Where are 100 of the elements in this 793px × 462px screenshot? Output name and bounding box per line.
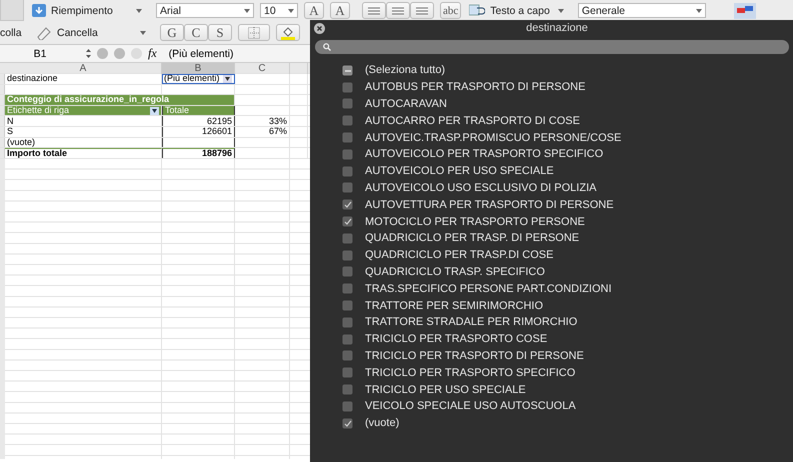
filter-option[interactable]: VEICOLO SPECIALE USO AUTOSCUOLA [365,400,576,412]
paste-icon[interactable] [0,0,24,21]
filter-option[interactable]: MOTOCICLO PER TRASPORTO PERSONE [365,216,585,228]
table-cell[interactable]: Importo totale [5,148,162,158]
column-header[interactable]: B [162,63,235,74]
checkbox[interactable] [342,132,353,144]
filter-option[interactable]: AUTOVETTURA PER TRASPORTO DI PERSONE [365,198,614,211]
filter-option[interactable]: (vuote) [365,417,400,430]
table-cell[interactable]: 67% [235,126,290,137]
filter-option[interactable]: AUTOVEIC.TRASP.PROMISCUO PERSONE/COSE [365,132,622,144]
stepper-icon[interactable] [86,49,91,58]
format-button[interactable]: C [184,24,208,41]
table-cell[interactable]: 62195 [162,116,235,126]
filter-option[interactable]: TRICICLO PER TRASPORTO DI PERSONE [365,350,584,362]
align-button[interactable] [362,2,386,19]
checkbox[interactable] [342,182,353,194]
row-header[interactable] [0,126,5,137]
number-format-field[interactable]: Generale [578,3,706,18]
row-header[interactable] [0,148,5,158]
checkbox[interactable] [342,148,353,160]
cell-text: Conteggio di assicurazione_in_regola [7,95,170,104]
table-cell[interactable]: N [5,116,162,126]
checkbox[interactable] [342,300,353,312]
fill-color-button[interactable] [276,24,300,41]
checkbox[interactable] [342,400,353,412]
checkbox[interactable] [342,250,353,261]
fill-button[interactable]: Riempimento [30,4,130,17]
cell-text: 62195 [206,116,232,126]
filter-option[interactable]: TRICICLO PER TRASPORTO SPECIFICO [365,366,576,379]
checkbox[interactable] [342,64,353,76]
table-cell[interactable]: (Più elementi) [162,74,235,84]
shrink-font-button[interactable]: A [330,2,350,19]
confirm-icon[interactable] [114,48,125,59]
checkbox[interactable] [342,418,353,429]
search-field[interactable] [315,40,789,54]
cancel-icon[interactable] [97,48,108,59]
checkbox[interactable] [342,98,353,110]
grow-font-button[interactable]: A [304,2,324,19]
filter-option[interactable]: AUTOVEICOLO USO ESCLUSIVO DI POLIZIA [365,182,596,194]
conditional-format-icon[interactable] [734,2,756,18]
filter-option[interactable]: TRAS.SPECIFICO PERSONE PART.CONDIZIONI [365,282,612,295]
font-size-field[interactable]: 10 [260,3,298,18]
clear-button[interactable]: Cancella [34,26,134,40]
checkbox[interactable] [342,384,353,396]
filter-option[interactable]: TRICICLO PER USO SPECIALE [365,384,526,396]
filter-option[interactable]: AUTOVEICOLO PER TRASPORTO SPECIFICO [365,148,604,160]
cell-text: 67% [268,127,287,136]
filter-option[interactable]: QUADRICICLO PER TRASP.DI COSE [365,249,554,262]
align-button[interactable] [410,2,434,19]
row-header[interactable] [0,138,5,148]
paste-label[interactable]: colla [0,26,22,38]
table-cell[interactable]: S [5,126,162,137]
filter-dropdown-icon[interactable] [223,74,232,83]
checkbox[interactable] [342,82,353,93]
format-button[interactable]: S [208,24,232,41]
align-button[interactable] [386,2,410,19]
align-icon [392,6,404,14]
filter-option[interactable]: TRATTORE STRADALE PER RIMORCHIO [365,316,578,328]
checkbox[interactable] [342,367,353,378]
checkbox[interactable] [342,350,353,362]
table-cell[interactable]: 126601 [162,126,235,137]
filter-option[interactable]: (Seleziona tutto) [365,64,446,76]
function-label[interactable]: fx [148,46,157,61]
filter-option[interactable]: TRATTORE PER SEMIRIMORCHIO [365,300,544,312]
filter-option[interactable]: AUTOBUS PER TRASPORTO DI PERSONE [365,81,586,94]
column-header[interactable]: C [235,63,290,74]
filter-option[interactable]: QUADRICICLO TRASP. SPECIFICO [365,266,545,278]
filter-option[interactable]: AUTOCARRO PER TRASPORTO DI COSE [365,114,580,127]
checkbox[interactable] [342,199,353,210]
cell-reference[interactable]: B1 [0,48,80,60]
table-cell[interactable]: 33% [235,116,290,126]
filter-option[interactable]: AUTOVEICOLO PER USO SPECIALE [365,165,554,178]
checkbox[interactable] [342,216,353,228]
checkbox[interactable] [342,232,353,244]
table-cell[interactable]: destinazione [5,74,162,84]
caret-icon [136,8,142,12]
table-cell[interactable]: 188796 [162,148,235,158]
checkbox[interactable] [342,115,353,126]
filter-option[interactable]: AUTOCARAVAN [365,98,447,110]
checkbox[interactable] [342,283,353,294]
font-field[interactable]: Arial [156,3,254,18]
cell-text: Etichette di riga [7,106,70,116]
close-icon[interactable] [314,22,325,34]
search-icon [323,43,331,51]
borders-button[interactable] [238,24,270,41]
paint-bucket-icon [281,26,295,40]
wrap-text-button[interactable]: Testo a capo [467,4,552,17]
cell-text: Importo totale [7,149,67,158]
checkbox[interactable] [342,334,353,345]
filter-option[interactable]: QUADRICICLO PER TRASP. DI PERSONE [365,232,580,244]
orientation-button[interactable]: abc [440,2,462,19]
checkbox[interactable] [342,316,353,328]
table-cell[interactable]: (vuote) [5,138,162,148]
table-cell[interactable] [162,138,235,148]
checkbox[interactable] [342,266,353,278]
checkbox[interactable] [342,166,353,177]
filter-option[interactable]: TRICICLO PER TRASPORTO COSE [365,333,548,346]
filter-dropdown-icon[interactable] [150,106,159,115]
format-button[interactable]: G [160,24,184,41]
formula-value[interactable]: (Più elementi) [168,48,234,60]
